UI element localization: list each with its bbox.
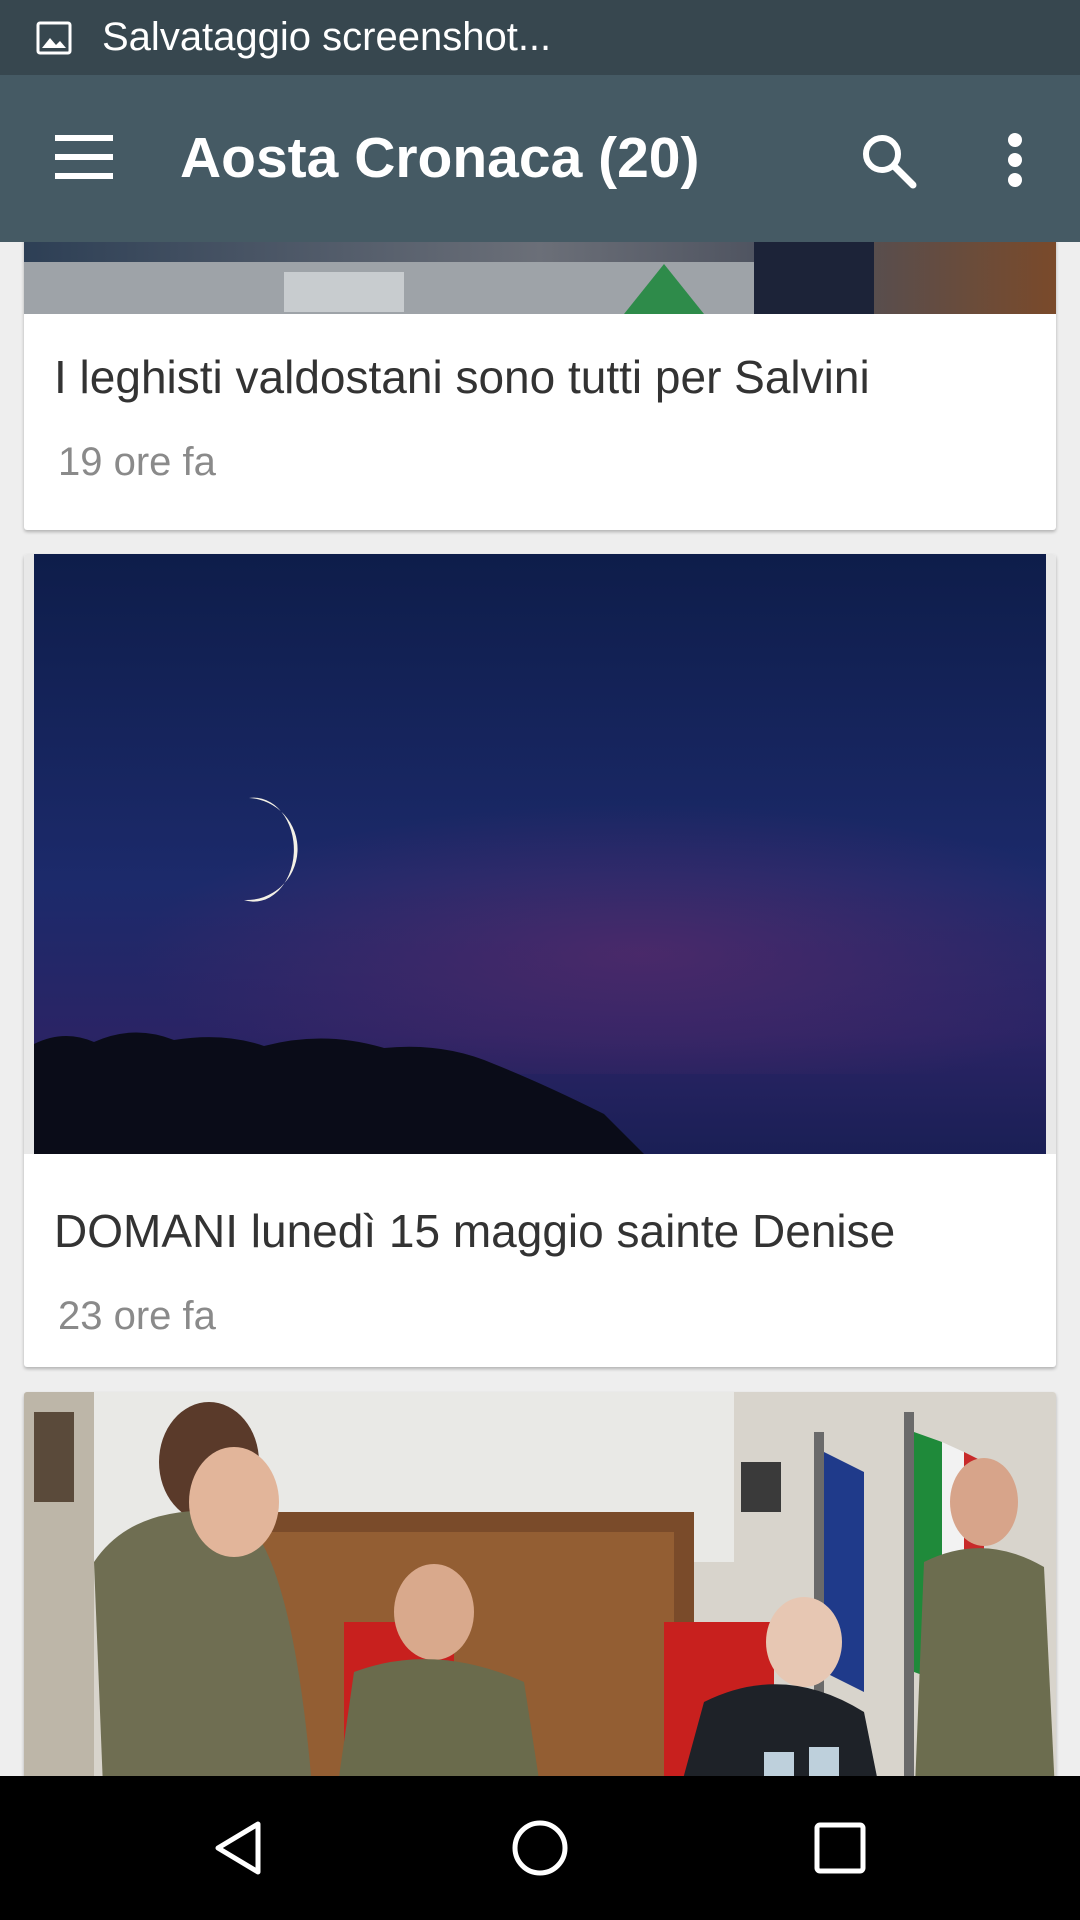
article-image[interactable] [24,554,1056,1154]
navigation-bar [0,1776,1080,1920]
article-image[interactable] [24,242,1056,314]
article-title[interactable]: DOMANI lunedì 15 maggio sainte Denise [54,1204,895,1258]
article-card[interactable] [24,1392,1056,1776]
article-time: 19 ore fa [58,440,216,484]
article-title[interactable]: I leghisti valdostani sono tutti per Sal… [54,350,870,404]
search-icon[interactable] [858,130,918,190]
news-feed[interactable]: I leghisti valdostani sono tutti per Sal… [0,242,1080,1776]
article-card[interactable]: I leghisti valdostani sono tutti per Sal… [24,242,1056,530]
status-bar: Salvataggio screenshot... [0,0,1080,75]
back-icon[interactable] [208,1816,272,1880]
home-icon[interactable] [508,1816,572,1880]
status-text: Salvataggio screenshot... [102,15,552,59]
article-image[interactable] [24,1392,1056,1776]
app-title: Aosta Cronaca (20) [180,126,700,190]
app-bar: Aosta Cronaca (20) [0,75,1080,242]
more-vert-icon[interactable] [995,130,1035,190]
image-icon [36,21,72,54]
menu-icon[interactable] [55,135,113,179]
recents-icon[interactable] [808,1816,872,1880]
article-card[interactable]: DOMANI lunedì 15 maggio sainte Denise 23… [24,554,1056,1367]
article-time: 23 ore fa [58,1294,216,1338]
